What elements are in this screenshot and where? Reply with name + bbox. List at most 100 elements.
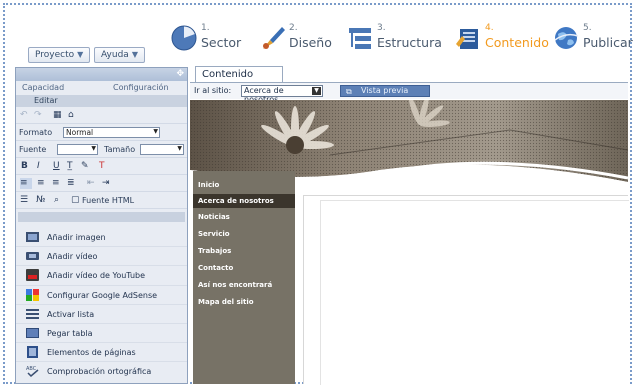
youtube-icon xyxy=(26,269,39,282)
proyecto-menu-label: Proyecto xyxy=(35,50,75,60)
align-left-icon[interactable]: ≡ xyxy=(20,178,32,189)
proyecto-menu-button[interactable]: Proyecto ▼ xyxy=(28,47,91,63)
toolbar-row-align: ≡ ≡ ≡ ≣ ⇤ ⇥ xyxy=(16,175,187,192)
chevron-down-icon: ▼ xyxy=(177,145,182,152)
chevron-down-icon: ▼ xyxy=(312,87,321,95)
toolbar-row-history: ↶ ↷ ▦ ⌂ xyxy=(16,107,187,124)
page-editable-region[interactable] xyxy=(320,200,629,385)
ayuda-menu-button[interactable]: Ayuda ▼ xyxy=(94,47,145,63)
page-elements-action[interactable]: Elementos de páginas xyxy=(16,343,187,363)
preview-icon: ⧉ xyxy=(346,87,352,96)
nav-item-trabajos[interactable]: Trabajos xyxy=(193,244,295,258)
justify-icon[interactable]: ≣ xyxy=(67,178,75,189)
action-label: Activar lista xyxy=(47,309,95,319)
tab-capacidad[interactable]: Capacidad xyxy=(22,83,64,92)
align-center-icon[interactable]: ≡ xyxy=(37,178,45,189)
step-label: Estructura xyxy=(377,35,442,50)
step-number: 1. xyxy=(201,23,210,33)
bullet-list-icon[interactable]: ☰ xyxy=(20,195,28,206)
add-youtube-action[interactable]: Añadir vídeo de YouTube xyxy=(16,266,187,286)
page-elements-icon xyxy=(27,346,38,359)
nav-item-servicio[interactable]: Servicio xyxy=(193,227,295,241)
undo-icon[interactable]: ↶ xyxy=(20,110,28,121)
paste-table-action[interactable]: Pegar tabla xyxy=(16,324,187,344)
step-estructura[interactable]: 3. Estructura xyxy=(346,20,442,60)
nav-item-mapa[interactable]: Mapa del sitio xyxy=(193,295,295,309)
insert-actions: Añadir imagen Añadir vídeo Añadir vídeo … xyxy=(16,222,187,382)
highlight-icon[interactable]: ✎ xyxy=(81,161,89,172)
tab-configuracion[interactable]: Configuración xyxy=(113,83,169,92)
toolbar-row-format: Formato Normal ▼ xyxy=(16,124,187,141)
action-label: Pegar tabla xyxy=(47,328,93,338)
wizard-steps: 1. Sector 2. Diseño 3. Estructura 4. Con xyxy=(170,20,633,60)
format-value: Normal xyxy=(66,128,94,137)
numbered-list-icon[interactable]: № xyxy=(36,195,45,206)
step-contenido[interactable]: 4. Contenido xyxy=(454,20,549,60)
step-label: Publicar xyxy=(583,35,633,50)
go-to-site-label: Ir al sitio: xyxy=(194,86,232,95)
action-label: Añadir imagen xyxy=(47,233,106,242)
step-diseno[interactable]: 2. Diseño xyxy=(258,20,338,60)
chevron-down-icon: ▼ xyxy=(131,50,138,59)
align-right-icon[interactable]: ≡ xyxy=(52,178,60,189)
ayuda-menu-label: Ayuda xyxy=(101,50,129,60)
remove-format-icon[interactable]: T xyxy=(99,161,105,172)
indent-icon[interactable]: ⇥ xyxy=(102,178,110,189)
panel-header: ✥ xyxy=(16,68,187,81)
tab-contenido[interactable]: Contenido xyxy=(195,66,283,82)
site-navigation: Inicio Acerca de nosotros Noticias Servi… xyxy=(193,171,295,384)
size-select[interactable]: ▼ xyxy=(140,144,184,155)
table-grid-icon[interactable]: ▦ xyxy=(53,110,62,121)
step-sector[interactable]: 1. Sector xyxy=(170,20,250,60)
link-icon[interactable]: ⌂ xyxy=(68,110,74,121)
page-content-area xyxy=(303,195,629,385)
size-label: Tamaño xyxy=(104,145,136,154)
nav-item-noticias[interactable]: Noticias xyxy=(193,210,295,224)
pie-chart-icon xyxy=(171,25,197,51)
source-html-button[interactable]: Fuente HTML xyxy=(82,196,134,205)
move-handle-icon[interactable]: ✥ xyxy=(176,69,184,79)
site-nav-bar: Ir al sitio: Acerca de nosotros ▼ ⧉ Vist… xyxy=(190,83,628,104)
nav-item-encontrara[interactable]: Así nos encontrará xyxy=(193,278,295,292)
preview-button[interactable]: ⧉ Vista previa xyxy=(340,85,430,97)
nav-item-inicio[interactable]: Inicio xyxy=(193,178,295,192)
html-source-icon[interactable]: ▢ xyxy=(71,195,80,206)
font-select[interactable]: ▼ xyxy=(57,144,98,155)
chevron-down-icon: ▼ xyxy=(77,50,84,59)
nav-item-contacto[interactable]: Contacto xyxy=(193,261,295,275)
add-video-action[interactable]: Añadir vídeo xyxy=(16,247,187,267)
format-label: Formato xyxy=(19,128,53,137)
step-label: Sector xyxy=(201,35,242,50)
find-icon[interactable]: ⌕ xyxy=(54,195,59,206)
redo-icon[interactable]: ↷ xyxy=(34,110,42,121)
step-publicar[interactable]: 5. Publicar xyxy=(552,20,633,60)
outdent-icon[interactable]: ⇤ xyxy=(87,178,95,189)
chevron-down-icon: ▼ xyxy=(91,145,96,152)
nav-item-acerca[interactable]: Acerca de nosotros xyxy=(193,194,295,208)
preview-label: Vista previa xyxy=(361,86,409,95)
step-label: Contenido xyxy=(485,35,549,50)
editor-panel: ✥ Capacidad Configuración Editar ↶ ↷ ▦ ⌂… xyxy=(15,67,188,384)
text-color-icon[interactable]: T̲ xyxy=(67,161,73,172)
step-label: Diseño xyxy=(289,35,332,50)
edit-section-label: Editar xyxy=(16,95,187,107)
structure-icon xyxy=(349,28,371,49)
italic-icon[interactable]: I xyxy=(37,161,40,172)
svg-text:ABC: ABC xyxy=(26,366,37,372)
underline-icon[interactable]: U xyxy=(53,161,60,172)
spellcheck-action[interactable]: ABC Comprobación ortográfica xyxy=(16,362,187,381)
format-select[interactable]: Normal ▼ xyxy=(63,127,160,138)
globe-icon xyxy=(554,27,579,49)
action-label: Comprobación ortográfica xyxy=(47,367,152,377)
adsense-action[interactable]: Configurar Google AdSense xyxy=(16,286,187,305)
activate-list-action[interactable]: Activar lista xyxy=(16,305,187,324)
action-label: Elementos de páginas xyxy=(47,348,136,358)
site-page-select[interactable]: Acerca de nosotros ▼ xyxy=(241,85,323,104)
list-icon xyxy=(26,308,39,319)
action-label: Configurar Google AdSense xyxy=(47,290,158,300)
image-icon xyxy=(26,232,39,242)
add-image-action[interactable]: Añadir imagen xyxy=(16,228,187,248)
table-icon xyxy=(26,327,39,338)
bold-icon[interactable]: B xyxy=(21,161,28,172)
font-label: Fuente xyxy=(19,145,47,154)
